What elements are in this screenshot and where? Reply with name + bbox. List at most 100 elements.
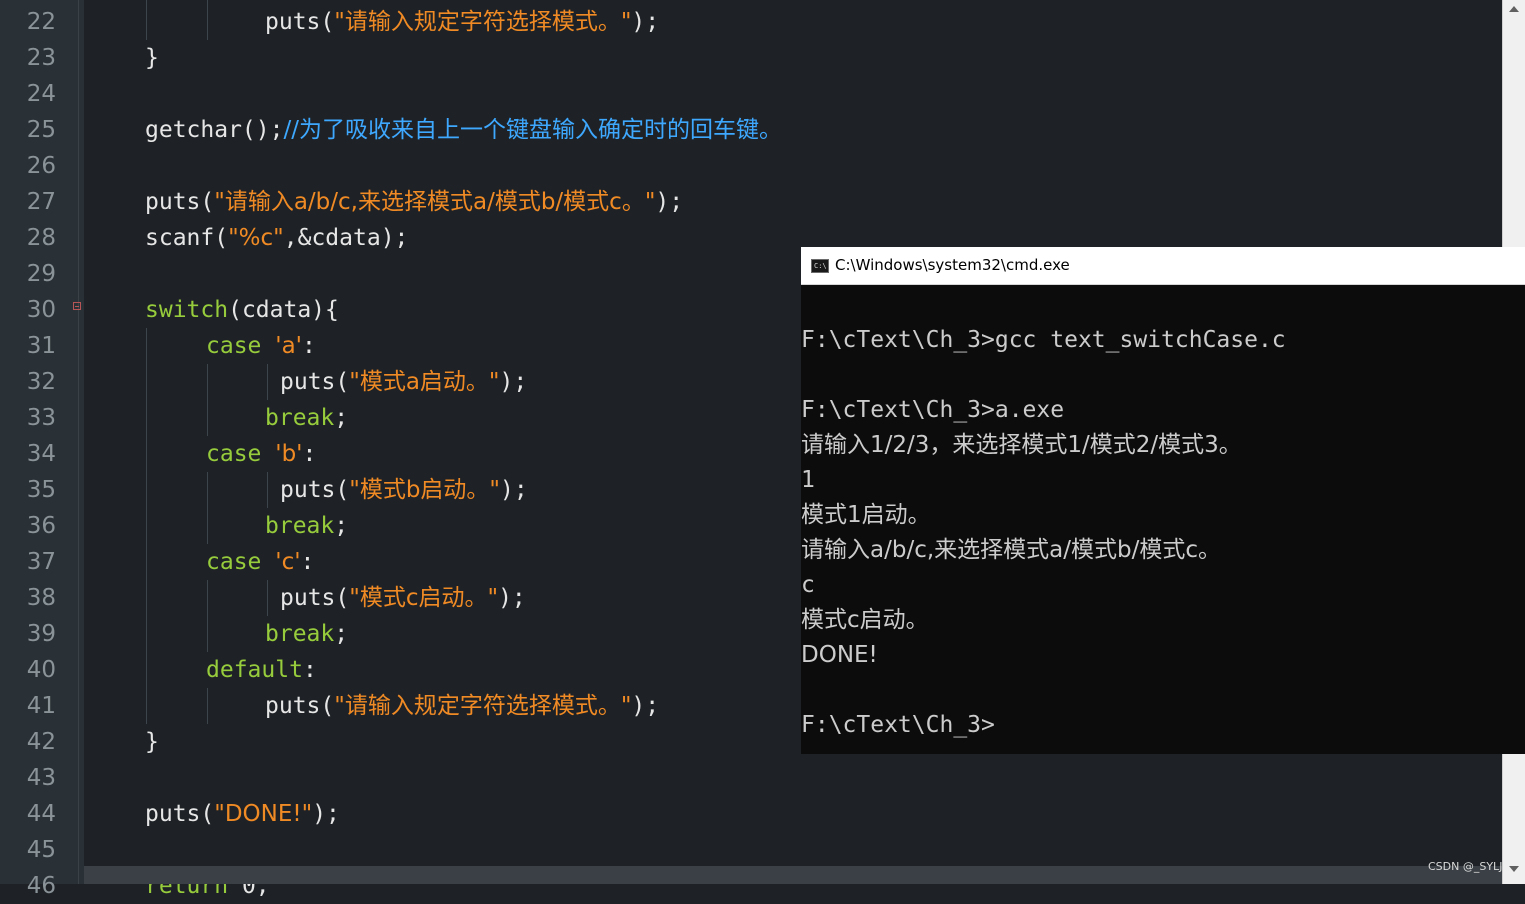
fold-guide-line: [78, 0, 79, 884]
code-token: );: [631, 9, 660, 35]
code-token: puts(: [145, 189, 215, 215]
console-line: 模式1启动。: [801, 502, 931, 528]
indent-guide: [207, 472, 208, 544]
code-line: switch(cdata){: [145, 292, 339, 328]
string-literal: 'b': [275, 441, 303, 467]
keyword: case: [206, 441, 262, 467]
code-line: puts("请输入a/b/c,来选择模式a/模式b/模式c。");: [145, 184, 683, 220]
line-number: 45: [26, 837, 56, 863]
code-token: scanf(: [145, 225, 229, 251]
line-number: 34: [26, 441, 56, 467]
code-token: ;: [334, 405, 349, 431]
code-token: );: [498, 585, 526, 611]
code-line: puts("请输入规定字符选择模式。");: [265, 4, 659, 40]
console-line: DONE!: [801, 642, 878, 668]
keyword: break: [265, 405, 335, 431]
code-line: puts("模式b启动。");: [280, 472, 528, 508]
indent-guide: [267, 580, 268, 616]
code-token: puts(: [265, 9, 335, 35]
horizontal-scrollbar[interactable]: [84, 866, 1502, 884]
console-line: 请输入a/b/c,来选择模式a/模式b/模式c。: [801, 537, 1221, 563]
code-line: case 'c':: [206, 544, 314, 580]
console-title: C:\Windows\system32\cmd.exe: [835, 256, 1070, 274]
line-number: 25: [26, 117, 56, 143]
code-token: );: [655, 189, 684, 215]
line-number: 28: [26, 225, 56, 251]
string-literal: "模式c启动。": [349, 585, 499, 611]
code-comment: //为了吸收来自上一个键盘输入确定时的回车键。: [283, 117, 782, 143]
indent-guide: [267, 472, 268, 508]
code-token: puts(: [265, 693, 335, 719]
code-token: puts(: [280, 477, 350, 503]
code-token: :: [302, 657, 317, 683]
code-line: }: [145, 729, 159, 755]
keyword: break: [265, 513, 335, 539]
code-line: puts("模式a启动。");: [280, 364, 527, 400]
code-token: puts(: [280, 585, 350, 611]
code-token: );: [631, 693, 660, 719]
keyword: switch: [145, 297, 229, 323]
string-literal: "请输入a/b/c,来选择模式a/模式b/模式c。": [214, 189, 656, 215]
line-number: 39: [26, 621, 56, 647]
code-token: );: [500, 477, 528, 503]
code-token: :: [302, 441, 317, 467]
console-line: F:\cText\Ch_3>a.exe: [801, 397, 1065, 423]
keyword: default: [206, 657, 303, 683]
console-line: F:\cText\Ch_3>gcc text_switchCase.c: [801, 327, 1286, 353]
fold-toggle-icon[interactable]: [73, 302, 81, 310]
code-line: puts("模式c启动。");: [280, 580, 526, 616]
scroll-down-icon[interactable]: [1509, 866, 1519, 872]
indent-guide: [146, 0, 147, 40]
console-line: 1: [801, 467, 815, 493]
line-number: 38: [26, 585, 56, 611]
line-number: 36: [26, 513, 56, 539]
line-number: 41: [26, 693, 56, 719]
code-line: getchar();//为了吸收来自上一个键盘输入确定时的回车键。: [145, 112, 782, 148]
code-token: ,&cdata);: [283, 225, 409, 251]
string-literal: "%c": [228, 225, 284, 251]
code-token: puts(: [280, 369, 350, 395]
scroll-up-icon[interactable]: [1509, 6, 1519, 12]
code-token: puts(: [145, 801, 215, 827]
line-number: 43: [26, 765, 56, 791]
line-number: 35: [26, 477, 56, 503]
console-prompt[interactable]: F:\cText\Ch_3>: [801, 708, 995, 743]
code-line: puts("请输入规定字符选择模式。");: [265, 688, 659, 724]
console-window[interactable]: C:\ C:\Windows\system32\cmd.exe F:\cText…: [801, 247, 1525, 754]
line-number: 23: [26, 45, 56, 71]
line-number: 44: [26, 801, 56, 827]
string-literal: "DONE!": [214, 801, 313, 827]
console-app-icon: C:\: [811, 259, 829, 273]
code-token: );: [499, 369, 528, 395]
code-line: case 'a':: [206, 328, 316, 364]
code-line: break;: [265, 508, 348, 544]
line-number: 33: [26, 405, 56, 431]
line-number: 40: [26, 657, 56, 683]
line-number: 37: [26, 549, 56, 575]
string-literal: "请输入规定字符选择模式。": [334, 693, 632, 719]
string-literal: "模式b启动。": [349, 477, 501, 503]
keyword: case: [206, 549, 262, 575]
line-number: 32: [26, 369, 56, 395]
code-token: ;: [334, 621, 349, 647]
string-literal: 'a': [275, 333, 302, 359]
indent-guide: [207, 580, 208, 652]
code-token: ;: [334, 513, 349, 539]
string-literal: 'c': [275, 549, 301, 575]
line-number: 31: [26, 333, 56, 359]
line-number: 46: [26, 873, 56, 899]
indent-guide: [207, 688, 208, 724]
line-number: 42: [26, 729, 56, 755]
code-line: scanf("%c",&cdata);: [145, 220, 408, 256]
console-icon-text: C:\: [814, 262, 827, 270]
keyword: break: [265, 621, 335, 647]
code-token: :: [300, 549, 315, 575]
indent-guide: [146, 328, 147, 724]
line-number: 30: [26, 297, 56, 323]
console-titlebar[interactable]: C:\ C:\Windows\system32\cmd.exe: [801, 247, 1525, 285]
line-number: 22: [26, 9, 56, 35]
indent-guide: [207, 0, 208, 40]
line-number: 27: [26, 189, 56, 215]
line-number: 26: [26, 153, 56, 179]
console-line: 请输入1/2/3，来选择模式1/模式2/模式3。: [801, 432, 1242, 458]
